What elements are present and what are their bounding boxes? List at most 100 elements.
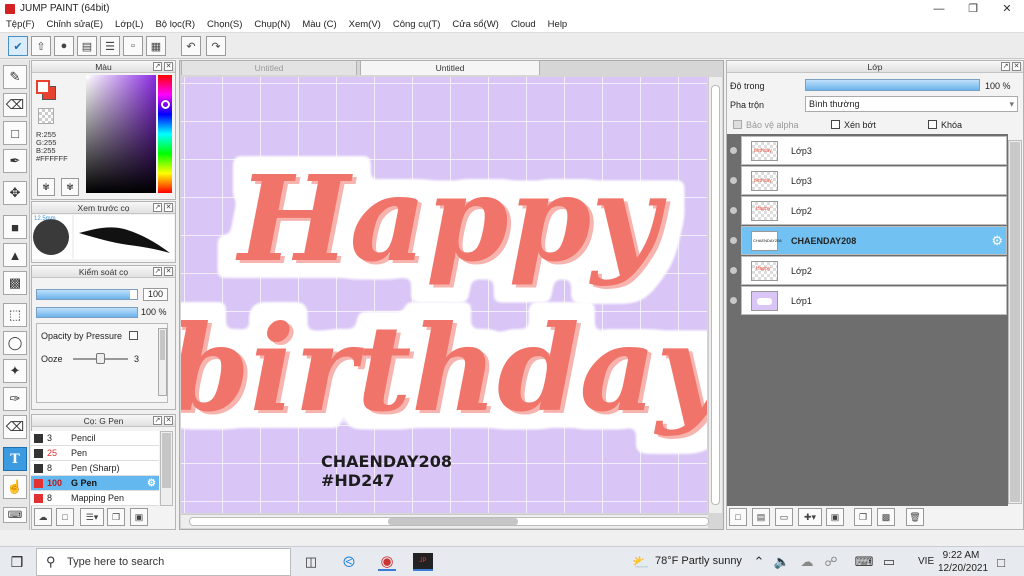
panel-float-icon[interactable]: ↗ [153, 62, 162, 71]
bucket-tool-icon[interactable]: ▲ [3, 243, 27, 267]
menu-window[interactable]: Cửa sổ(W) [446, 19, 504, 30]
brush-opacity-slider[interactable] [36, 307, 138, 318]
layer-row-selected[interactable]: CHAENDAY208 CHAENDAY208 ⚙ [730, 226, 1007, 255]
select-eraser-icon[interactable]: ⌫ [3, 415, 27, 439]
scrollbar-thumb[interactable] [1010, 142, 1020, 502]
opacity-pressure-checkbox[interactable] [129, 331, 138, 340]
hue-slider-handle[interactable] [161, 100, 170, 109]
jump-paint-taskbar-icon[interactable]: JP [413, 553, 433, 571]
hue-slider[interactable] [158, 75, 172, 193]
magic-wand-icon[interactable]: ✦ [3, 359, 27, 383]
duplicate-layer-icon[interactable]: ❐ [854, 508, 872, 526]
minimize-button[interactable]: — [922, 0, 956, 17]
color-history-icon[interactable]: ✾ [61, 178, 79, 196]
visibility-icon[interactable] [730, 147, 737, 154]
cloud-icon[interactable]: ☁ [798, 553, 816, 571]
layer-row[interactable]: Lớp1 [730, 286, 1007, 315]
page-icon[interactable]: ▫ [123, 36, 143, 56]
panel-float-icon[interactable]: ↗ [153, 267, 162, 276]
panel-close-icon[interactable]: ✕ [164, 416, 173, 425]
layer-row[interactable]: birthday Lớp3 [730, 166, 1007, 195]
foreground-color-swatch[interactable] [36, 80, 50, 94]
menu-capture[interactable]: Chụp(N) [248, 19, 296, 30]
brush-item-mapping-pen[interactable]: 8 Mapping Pen [31, 491, 159, 506]
ooze-slider-handle[interactable] [95, 353, 105, 364]
pen-tool-icon[interactable]: ✒ [3, 149, 27, 173]
weather-text[interactable]: 78°F Partly sunny [655, 555, 742, 567]
brush-folder-icon[interactable]: ▣ [130, 508, 148, 526]
menu-tools[interactable]: Công cụ(T) [387, 19, 447, 30]
copy-brush-icon[interactable]: ❐ [107, 508, 125, 526]
taskbar-search-box[interactable]: ⚲ Type here to search [36, 548, 291, 576]
sv-picker-handle[interactable] [86, 75, 90, 79]
menu-select[interactable]: Chọn(S) [201, 19, 248, 30]
menu-color[interactable]: Màu (C) [296, 19, 342, 30]
select-pen-icon[interactable]: ✑ [3, 387, 27, 411]
blend-mode-select[interactable]: Bình thường ▾ [805, 96, 1018, 112]
merge-layer-icon[interactable]: ▩ [877, 508, 895, 526]
task-view-icon[interactable]: ◫ [302, 553, 320, 571]
clock[interactable]: 9:22 AM 12/20/2021 [938, 549, 988, 575]
brush-list-scrollbar[interactable] [160, 431, 173, 506]
menu-filter[interactable]: Bộ lọc(R) [149, 19, 201, 30]
menu-cloud[interactable]: Cloud [505, 19, 542, 30]
panel-float-icon[interactable]: ↗ [153, 203, 162, 212]
tab-untitled-1[interactable]: Untitled [181, 60, 357, 75]
brush-item-g-pen[interactable]: 100 G Pen ⚙ [31, 476, 159, 491]
share-icon[interactable]: ⇧ [31, 36, 51, 56]
close-button[interactable]: ✕ [990, 0, 1024, 17]
redo-icon[interactable]: ↷ [206, 36, 226, 56]
gradient-tool-icon[interactable]: ▩ [3, 271, 27, 295]
chevron-up-icon[interactable]: ⌃ [750, 553, 768, 571]
scrollbar-thumb[interactable] [388, 518, 518, 525]
visibility-icon[interactable] [730, 297, 737, 304]
panel-close-icon[interactable]: ✕ [164, 267, 173, 276]
rectangle-select-icon[interactable]: □ [3, 121, 27, 145]
scrollbar-track[interactable] [189, 517, 709, 526]
layer-row[interactable]: birthday Lớp3 [730, 136, 1007, 165]
chrome-browser-icon[interactable]: ◉ [378, 553, 396, 571]
cloud-sync-icon[interactable]: ✔ [8, 36, 28, 56]
layout-icon[interactable]: ▦ [146, 36, 166, 56]
color-set-icon[interactable]: ✾ [37, 178, 55, 196]
layer-row[interactable]: Happy Lớp2 [730, 196, 1007, 225]
speaker-icon[interactable]: 🔈 [773, 553, 791, 571]
drawing-canvas[interactable]: Happy birthday Happy birthday Happy birt… [181, 77, 707, 513]
new-brush-icon[interactable]: □ [56, 508, 74, 526]
brush-item-pen[interactable]: 25 Pen [31, 446, 159, 461]
chat-icon[interactable]: ▤ [77, 36, 97, 56]
eraser-tool-icon[interactable]: ⌫ [3, 93, 27, 117]
keyboard-icon[interactable]: ⌨ [855, 553, 874, 571]
text-tool-icon[interactable]: T [3, 447, 27, 471]
visibility-icon[interactable] [730, 237, 737, 244]
document-icon[interactable]: ☰ [100, 36, 120, 56]
menu-view[interactable]: Xem(V) [343, 19, 387, 30]
scrollbar-thumb[interactable] [160, 330, 165, 360]
scrollbar-thumb[interactable] [711, 85, 720, 505]
gear-icon[interactable]: ⚙ [991, 233, 1003, 249]
comment-icon[interactable]: ● [54, 36, 74, 56]
lock-checkbox[interactable] [928, 120, 937, 129]
clipping-checkbox[interactable] [831, 120, 840, 129]
brush-item-pencil[interactable]: 3 Pencil [31, 431, 159, 446]
maximize-button[interactable]: ❐ [956, 0, 990, 17]
brush-tool-icon[interactable]: ✎ [3, 65, 27, 89]
tab-untitled-2[interactable]: Untitled [360, 60, 540, 75]
brush-cloud-icon[interactable]: ☁ [34, 508, 52, 526]
layer-folder-icon[interactable]: ▣ [826, 508, 844, 526]
panel-float-icon[interactable]: ↗ [1001, 62, 1010, 71]
protect-alpha-checkbox[interactable] [733, 120, 742, 129]
fill-rect-tool-icon[interactable]: ■ [3, 215, 27, 239]
menu-file[interactable]: Tệp(F) [0, 19, 41, 30]
visibility-icon[interactable] [730, 267, 737, 274]
brush-item-pen-sharp[interactable]: 8 Pen (Sharp) [31, 461, 159, 476]
network-icon[interactable]: ☍ [822, 553, 840, 571]
brush-options-icon[interactable]: ☰▾ [80, 508, 104, 526]
input-language[interactable]: VIE [918, 556, 934, 567]
notification-icon[interactable]: □ [992, 553, 1010, 571]
hand-tool-icon[interactable]: ☝ [3, 475, 27, 499]
menu-edit[interactable]: Chỉnh sửa(E) [41, 19, 110, 30]
menu-layer[interactable]: Lớp(L) [109, 19, 149, 30]
menu-help[interactable]: Help [542, 19, 574, 30]
layer-list-scrollbar[interactable] [1008, 140, 1022, 504]
